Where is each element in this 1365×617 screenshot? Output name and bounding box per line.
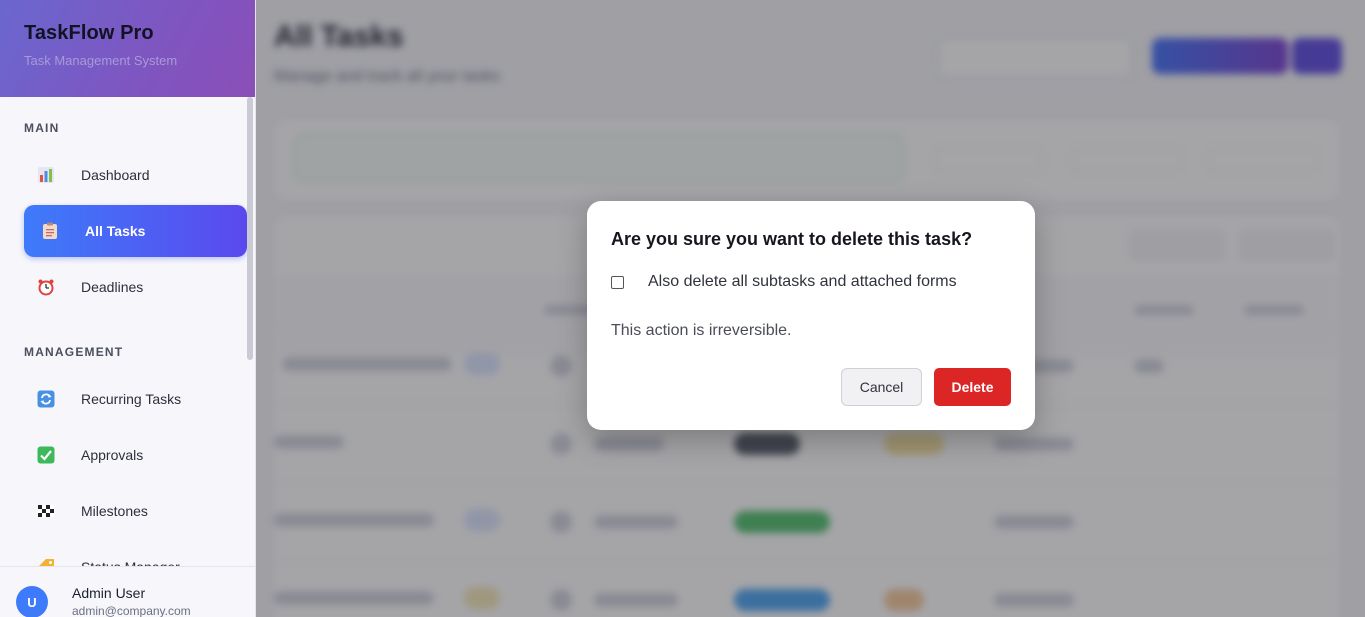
app-title: TaskFlow Pro xyxy=(24,22,154,44)
brand-header: TaskFlow Pro Task Management System xyxy=(0,0,255,97)
delete-subtasks-option[interactable]: Also delete all subtasks and attached fo… xyxy=(611,273,957,291)
sidebar-item-label: Dashboard xyxy=(81,167,150,183)
sidebar-item-label: Approvals xyxy=(81,447,144,463)
delete-button[interactable]: Delete xyxy=(934,368,1011,406)
clipboard-icon xyxy=(40,221,60,241)
sidebar-item-status-manager[interactable]: Status Manager xyxy=(24,541,247,567)
user-name: Admin User xyxy=(72,585,146,601)
sidebar-item-dashboard[interactable]: Dashboard xyxy=(24,149,247,201)
sidebar-item-approvals[interactable]: Approvals xyxy=(24,429,247,481)
section-title-main: MAIN xyxy=(24,121,60,135)
sidebar-item-label: Recurring Tasks xyxy=(81,391,182,407)
repeat-icon xyxy=(36,389,56,409)
avatar: U xyxy=(16,586,48,617)
sidebar-item-deadlines[interactable]: Deadlines xyxy=(24,261,247,313)
checkered-flag-icon xyxy=(36,501,56,521)
sidebar-scrollbar[interactable] xyxy=(247,97,253,360)
delete-subtasks-checkbox[interactable] xyxy=(611,275,624,289)
section-title-management: MANAGEMENT xyxy=(24,345,124,359)
sidebar-item-recurring-tasks[interactable]: Recurring Tasks xyxy=(24,373,247,425)
sidebar-item-label: Milestones xyxy=(81,503,148,519)
alarm-clock-icon xyxy=(36,277,56,297)
bar-chart-icon xyxy=(36,165,56,185)
cancel-button[interactable]: Cancel xyxy=(841,368,922,406)
sidebar-item-label: Deadlines xyxy=(81,279,144,295)
sidebar-item-label: All Tasks xyxy=(85,223,146,239)
user-email: admin@company.com xyxy=(72,604,191,617)
app-subtitle: Task Management System xyxy=(24,53,178,68)
delete-confirm-dialog: Are you sure you want to delete this tas… xyxy=(587,201,1035,430)
irreversible-warning: This action is irreversible. xyxy=(611,322,792,339)
dialog-title: Are you sure you want to delete this tas… xyxy=(611,229,973,249)
sidebar-item-all-tasks[interactable]: All Tasks xyxy=(24,205,247,257)
sidebar-item-milestones[interactable]: Milestones xyxy=(24,485,247,537)
user-profile[interactable]: U Admin User admin@company.com xyxy=(0,566,255,617)
sidebar: TaskFlow Pro Task Management System MAIN… xyxy=(0,0,256,617)
check-box-icon xyxy=(36,445,56,465)
delete-subtasks-label[interactable]: Also delete all subtasks and attached fo… xyxy=(648,273,957,291)
sidebar-nav: MAIN Dashboard All Tasks Deadlines MANAG… xyxy=(0,97,255,567)
